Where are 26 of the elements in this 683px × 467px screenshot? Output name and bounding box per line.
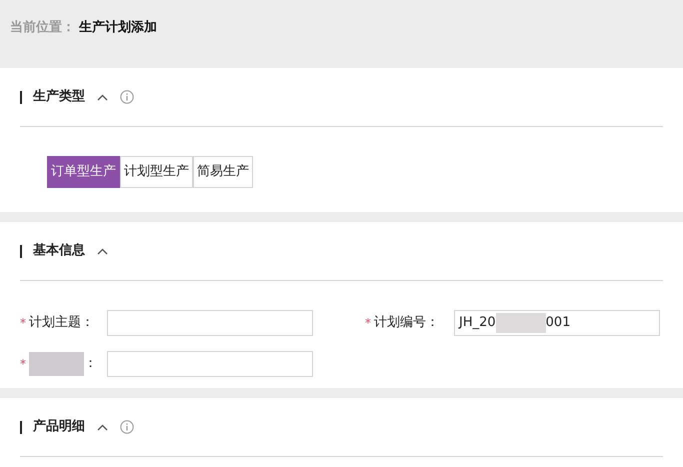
type-tab[interactable]: 订单型生产 <box>47 156 120 188</box>
field-label: 计划编号： <box>374 314 439 332</box>
breadcrumb-current: 生产计划添加 <box>79 18 157 38</box>
redacted-block <box>496 313 546 333</box>
input-field[interactable]: JH_20 001 <box>454 310 660 336</box>
input-field[interactable] <box>107 351 313 377</box>
required-mark: * <box>20 315 27 332</box>
required-mark: * <box>365 315 372 332</box>
required-mark: * <box>20 356 27 373</box>
type-tab[interactable]: 简易生产 <box>193 156 253 188</box>
type-tab[interactable]: 计划型生产 <box>120 156 193 188</box>
field-label: ： <box>84 355 97 374</box>
breadcrumb-label: 当前位置： <box>10 19 75 38</box>
field-label: 计划主题： <box>29 314 94 332</box>
section-title: 生产类型 <box>33 88 85 106</box>
section-title: 产品明细 <box>33 418 85 436</box>
field-value: 001 <box>546 314 570 332</box>
chevron-icon[interactable] <box>97 424 108 430</box>
chevron-icon[interactable] <box>97 248 108 254</box>
input-field[interactable] <box>107 310 313 336</box>
redacted-block <box>29 352 84 376</box>
info-icon[interactable] <box>120 420 134 434</box>
info-icon[interactable] <box>120 90 134 104</box>
field-value: JH_20 <box>459 314 496 332</box>
section-title: 基本信息 <box>33 242 85 260</box>
chevron-icon[interactable] <box>97 94 108 100</box>
